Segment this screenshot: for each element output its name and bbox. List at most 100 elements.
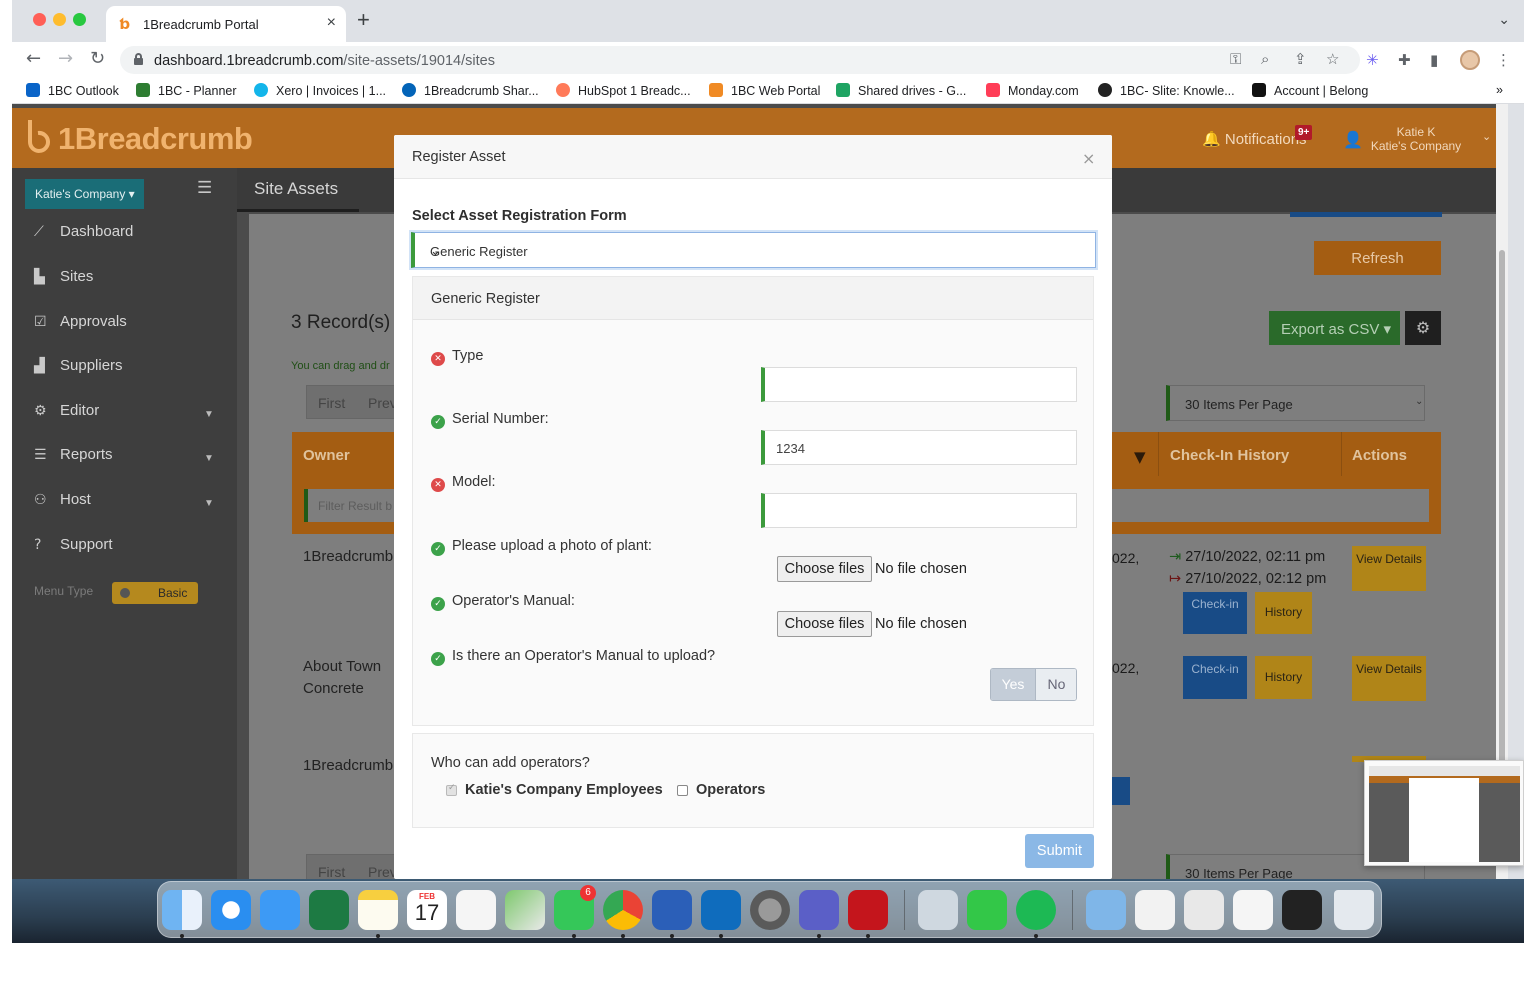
notes-icon[interactable] [358,890,398,930]
address-bar[interactable]: dashboard.1breadcrumb.com/site-assets/19… [120,46,1360,74]
bookmark-star-icon[interactable]: ☆ [1326,50,1339,68]
bookmark-1bc-outlook[interactable]: 1BC Outlook [26,83,119,98]
no-button[interactable]: No [1035,669,1076,700]
company-switcher-button[interactable]: Katie's Company ▾ [25,179,144,209]
key-icon[interactable]: ⚿ [1230,50,1241,68]
bookmark-monday[interactable]: Monday.com [986,83,1079,98]
profile-avatar[interactable] [1460,50,1480,70]
screenshot-thumbnail[interactable] [1364,760,1524,866]
chrome-icon[interactable] [603,890,643,930]
app-logo[interactable]: 1Breadcrumb [58,121,253,157]
top-action-button[interactable] [1290,212,1442,217]
yes-button[interactable]: Yes [991,669,1035,700]
word-icon[interactable] [652,890,692,930]
type-input[interactable] [761,367,1077,402]
zoom-icon[interactable]: ⌕ [1261,50,1269,68]
serial-number-input[interactable]: 1234 [761,430,1077,465]
bookmark-shared-drives[interactable]: Shared drives - G... [836,83,966,98]
url-text[interactable]: dashboard.1breadcrumb.com/site-assets/19… [154,53,495,69]
sidebar-item-support[interactable]: ? Support [34,536,113,553]
trash-icon[interactable] [1334,890,1374,930]
export-csv-button[interactable]: Export as CSV ▾ [1269,311,1400,345]
bookmarks-more-icon[interactable]: » [1496,83,1503,97]
downloads-folder-icon[interactable] [1086,890,1126,930]
menu-type-toggle[interactable]: Basic [112,582,198,604]
refresh-button[interactable]: Refresh [1314,241,1441,275]
outlook-app-icon[interactable] [701,890,741,930]
row-1-view-details-button[interactable]: View Details [1352,546,1426,591]
minimized-window-1[interactable] [1135,890,1175,930]
reload-icon[interactable]: ↻ [90,48,105,69]
facetime-icon[interactable] [967,890,1007,930]
column-owner[interactable]: Owner [303,447,350,464]
bookmark-belong[interactable]: Account | Belong [1252,83,1368,98]
sidebar-item-reports[interactable]: ☰ Reports [34,446,113,463]
row-2-checkin-button[interactable]: Check-in [1183,656,1247,699]
bookmark-sharepoint[interactable]: 1Breadcrumb Shar... [402,83,539,98]
row-2-view-details-button[interactable]: View Details [1352,656,1426,701]
sidebar-item-approvals[interactable]: ☑ Approvals [34,313,127,330]
operators-checkbox-label[interactable]: Operators [696,782,765,798]
pager-first-bottom[interactable]: First [318,864,345,879]
preview-icon[interactable] [918,890,958,930]
items-per-page-select[interactable]: 30 Items Per Page ⌄ [1166,385,1425,421]
row-1-history-button[interactable]: History [1255,592,1312,634]
bookmark-hubspot[interactable]: HubSpot 1 Breadc... [556,83,691,98]
sidebar-item-sites[interactable]: ▙ Sites [34,268,93,285]
maximize-window-button[interactable] [73,13,86,26]
notifications-link[interactable]: 🔔 Notifications [1202,130,1307,148]
maps-icon[interactable] [505,890,545,930]
employees-checkbox[interactable] [446,783,457,796]
sidebar-item-suppliers[interactable]: ▟ Suppliers [34,357,123,374]
excel-icon[interactable] [309,890,349,930]
column-actions[interactable]: Actions [1352,447,1407,464]
registration-form-select[interactable]: Generic Register ⌄ [411,232,1096,268]
chrome-menu-icon[interactable]: ⋮ [1496,51,1511,69]
reports-chevron-icon[interactable]: ▼ [204,453,214,464]
row-1-checkin-button[interactable]: Check-in [1183,592,1247,634]
page-title[interactable]: Site Assets [254,179,338,199]
bookmark-planner[interactable]: 1BC - Planner [136,83,237,98]
user-menu[interactable]: Katie K Katie's Company [1366,125,1466,153]
minimize-window-button[interactable] [53,13,66,26]
editor-chevron-icon[interactable]: ▼ [204,409,214,420]
side-panel-icon[interactable]: ▮ [1430,51,1438,69]
sidebar-item-editor[interactable]: ⚙ Editor [34,402,99,419]
reminders-icon[interactable] [456,890,496,930]
filter-funnel-icon[interactable]: ▼ [1134,448,1146,466]
operators-checkbox[interactable] [677,785,688,796]
bookmark-xero[interactable]: Xero | Invoices | 1... [254,83,386,98]
extension-icon[interactable]: ✳ [1366,51,1379,69]
photo-choose-files-button[interactable]: Choose files [777,556,872,582]
mail-icon[interactable] [260,890,300,930]
puzzle-icon[interactable]: ✚ [1398,51,1411,69]
share-icon[interactable]: ⇪ [1294,50,1307,68]
submit-button[interactable]: Submit [1025,834,1094,868]
safari-icon[interactable] [211,890,251,930]
pager-first[interactable]: First [318,395,345,411]
bookmark-web-portal[interactable]: 1BC Web Portal [709,83,820,98]
sidebar-item-host[interactable]: ⚇ Host [34,491,91,508]
finder-icon[interactable] [162,890,202,930]
pager-prev-bottom[interactable]: Prev [368,864,397,879]
scrollbar-thumb[interactable] [1499,250,1505,765]
close-icon[interactable]: × [1082,149,1095,168]
model-input[interactable] [761,493,1077,528]
minimized-window-2[interactable] [1184,890,1224,930]
pager-prev[interactable]: Prev [368,395,397,411]
browser-tab[interactable]: ƅ 1Breadcrumb Portal × [106,6,346,42]
back-icon[interactable]: ← [26,48,41,69]
manual-choose-files-button[interactable]: Choose files [777,611,872,637]
tab-close-icon[interactable]: × [327,14,336,32]
close-window-button[interactable] [33,13,46,26]
system-settings-icon[interactable] [750,890,790,930]
acrobat-icon[interactable] [848,890,888,930]
sidebar-item-dashboard[interactable]: ⟋ Dashboard [34,223,133,240]
new-tab-button[interactable]: + [357,9,370,31]
user-menu-chevron-icon[interactable]: ⌄ [1482,130,1491,143]
hamburger-menu-icon[interactable]: ☰ [197,178,212,198]
forward-icon[interactable]: → [58,48,73,69]
tab-search-chevron-icon[interactable]: ⌄ [1498,11,1510,28]
row-2-history-button[interactable]: History [1255,656,1312,699]
host-chevron-icon[interactable]: ▼ [204,498,214,509]
